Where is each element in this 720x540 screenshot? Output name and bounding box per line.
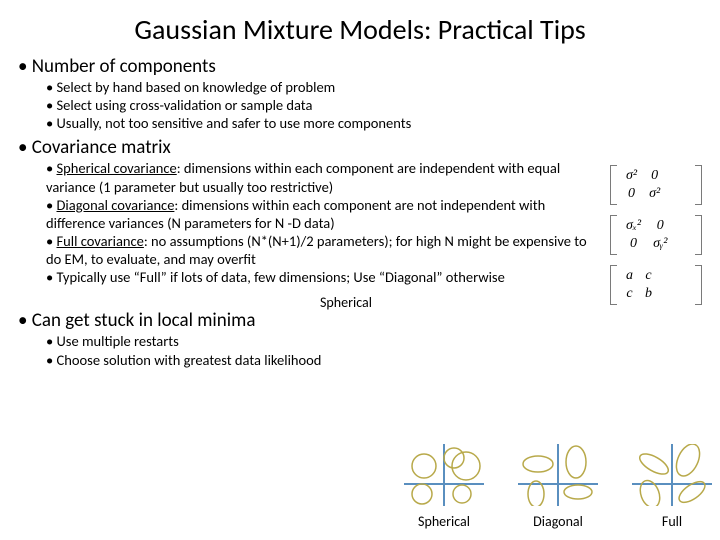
- term-full: Full covariance: [57, 232, 144, 250]
- slide-title: Gaussian Mixture Models: Practical Tips: [18, 12, 702, 47]
- bullet: Usually, not too sensitive and safer to …: [46, 114, 702, 132]
- figure-label: Diagonal: [518, 513, 598, 530]
- floating-label-spherical: Spherical: [320, 294, 372, 311]
- plot-diagonal-icon: [518, 444, 598, 506]
- bullet: Typically use “Full” if lots of data, fe…: [46, 268, 604, 286]
- figure-label: Full: [632, 513, 712, 530]
- figure-spherical: Spherical: [404, 444, 484, 530]
- figure-row: Spherical Diagonal Full: [404, 444, 712, 530]
- term-spherical: Spherical covariance: [57, 159, 177, 177]
- plot-full-icon: [632, 444, 712, 506]
- section-num-components: Number of components: [18, 55, 702, 78]
- plot-spherical-icon: [404, 444, 484, 506]
- section-local-minima: Can get stuck in local minima: [18, 309, 702, 332]
- bullet: Choose solution with greatest data likel…: [46, 351, 702, 369]
- figure-label: Spherical: [404, 513, 484, 530]
- bullet: Select by hand based on knowledge of pro…: [46, 78, 702, 96]
- bullet: Diagonal covariance: dimensions within e…: [46, 196, 604, 232]
- matrix-full: accb: [610, 265, 702, 305]
- section-covariance: Covariance matrix: [18, 136, 702, 159]
- matrix-spherical: σ²00σ²: [610, 165, 702, 205]
- bullet: Use multiple restarts: [46, 332, 702, 350]
- bullet: Full covariance: no assumptions (N*(N+1)…: [46, 232, 604, 268]
- matrix-column: σ²00σ² σₓ²00σᵧ² accb: [610, 159, 702, 305]
- bullet: Select using cross-validation or sample …: [46, 96, 702, 114]
- term-diagonal: Diagonal covariance: [57, 196, 175, 214]
- figure-diagonal: Diagonal: [518, 444, 598, 530]
- matrix-diagonal: σₓ²00σᵧ²: [610, 215, 702, 255]
- bullet: Spherical covariance: dimensions within …: [46, 159, 604, 195]
- figure-full: Full: [632, 444, 712, 530]
